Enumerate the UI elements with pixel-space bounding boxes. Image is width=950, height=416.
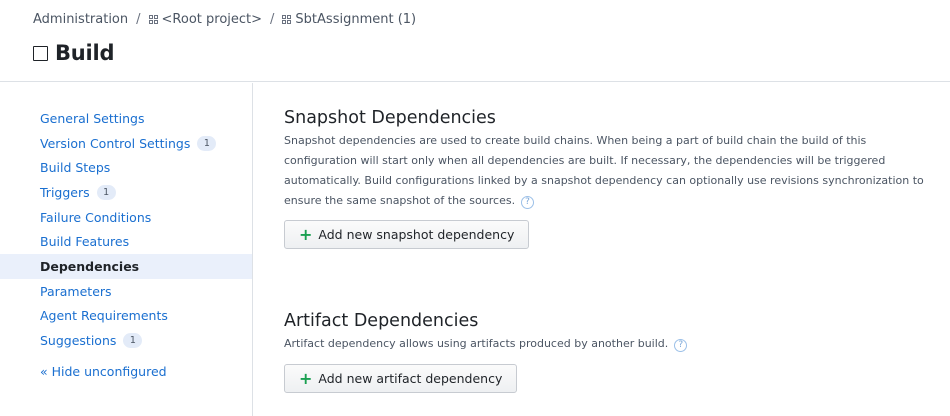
plus-icon: + (299, 224, 313, 244)
hide-unconfigured-link[interactable]: « Hide unconfigured (40, 364, 167, 379)
button-label: Add new snapshot dependency (318, 227, 515, 242)
button-label: Add new artifact dependency (318, 371, 503, 386)
sidebar-item-general-settings[interactable]: General Settings (0, 106, 252, 131)
add-snapshot-dependency-button[interactable]: + Add new snapshot dependency (284, 220, 530, 249)
breadcrumb-sbtassignment[interactable]: SbtAssignment (1) (295, 12, 416, 27)
project-icon (148, 15, 158, 24)
sidebar-item-label: Triggers (40, 184, 90, 200)
help-icon[interactable]: ? (521, 196, 535, 209)
snapshot-description-text: Snapshot dependencies are used to create… (284, 134, 924, 207)
sidebar-item-failure-conditions[interactable]: Failure Conditions (0, 205, 252, 230)
snapshot-section: Snapshot Dependencies Snapshot dependenc… (284, 108, 934, 249)
help-icon[interactable]: ? (674, 339, 688, 352)
sidebar-nav: General Settings Version Control Setting… (0, 106, 252, 353)
sidebar-item-label: General Settings (40, 110, 145, 126)
project-icon (282, 15, 292, 24)
sidebar-item-label: Agent Requirements (40, 308, 168, 324)
artifact-description-text: Artifact dependency allows using artifac… (284, 337, 669, 350)
sidebar-item-label: Dependencies (40, 258, 140, 274)
breadcrumb-administration[interactable]: Administration (33, 12, 128, 27)
count-badge: 1 (123, 333, 143, 349)
sidebar-item-label: Suggestions (40, 333, 117, 349)
artifact-section: Artifact Dependencies Artifact dependenc… (284, 311, 934, 393)
sidebar-item-label: Build Features (40, 234, 130, 250)
count-badge: 1 (96, 184, 116, 200)
title-row: Build (33, 41, 115, 65)
build-config-icon (33, 45, 48, 61)
add-artifact-dependency-button[interactable]: + Add new artifact dependency (284, 364, 518, 393)
sidebar-item-build-steps[interactable]: Build Steps (0, 155, 252, 180)
breadcrumb-root-project[interactable]: <Root project> (162, 12, 263, 27)
plus-icon: + (299, 368, 313, 388)
snapshot-title: Snapshot Dependencies (284, 108, 496, 128)
artifact-description: Artifact dependency allows using artifac… (284, 334, 934, 354)
sidebar-item-triggers[interactable]: Triggers 1 (0, 180, 252, 205)
sidebar-item-label: Build Steps (40, 160, 111, 176)
sidebar: General Settings Version Control Setting… (0, 83, 253, 416)
count-badge: 1 (197, 135, 217, 151)
page-title: Build (55, 41, 115, 65)
page-header: Administration / <Root project> / SbtAss… (0, 0, 950, 82)
sidebar-item-suggestions[interactable]: Suggestions 1 (0, 328, 252, 353)
sidebar-item-agent-requirements[interactable]: Agent Requirements (0, 304, 252, 329)
sidebar-item-label: Failure Conditions (40, 209, 152, 225)
sidebar-item-parameters[interactable]: Parameters (0, 279, 252, 304)
sidebar-item-dependencies[interactable]: Dependencies (0, 254, 252, 279)
sidebar-item-label: Parameters (40, 283, 112, 299)
sidebar-item-build-features[interactable]: Build Features (0, 229, 252, 254)
snapshot-description: Snapshot dependencies are used to create… (284, 131, 934, 211)
breadcrumb-separator: / (136, 12, 141, 27)
breadcrumb: Administration / <Root project> / SbtAss… (33, 12, 416, 27)
artifact-title: Artifact Dependencies (284, 311, 479, 331)
sidebar-item-label: Version Control Settings (40, 135, 191, 151)
breadcrumb-separator: / (270, 12, 275, 27)
sidebar-item-version-control-settings[interactable]: Version Control Settings 1 (0, 131, 252, 156)
